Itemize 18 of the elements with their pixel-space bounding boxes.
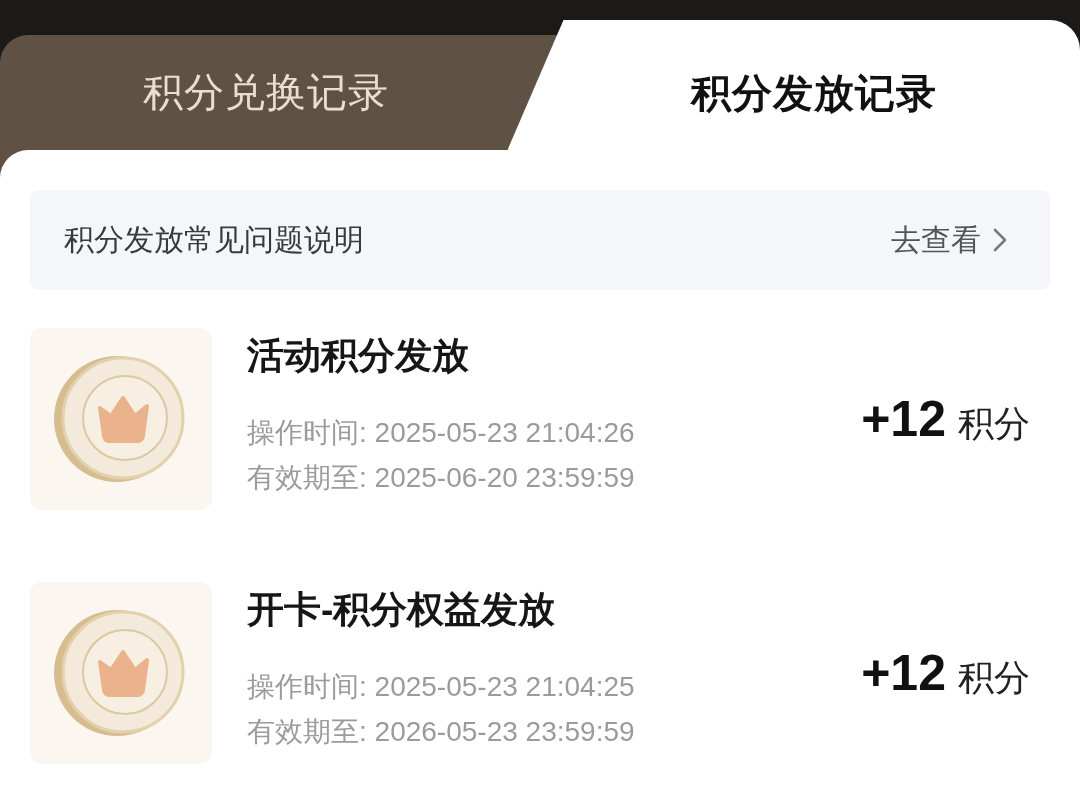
expiry-date: 有效期至: 2025-06-20 23:59:59 xyxy=(247,461,635,495)
record-title: 开卡-积分权益发放 xyxy=(247,588,556,632)
crown-coin-icon xyxy=(30,328,212,510)
chevron-right-icon xyxy=(993,228,1007,252)
points-value: +12 xyxy=(861,643,946,702)
points-unit: 积分 xyxy=(958,655,1030,700)
tab[interactable]: 积分兑换记录 xyxy=(0,35,558,150)
crown-coin-icon xyxy=(30,582,212,764)
faq-banner[interactable]: 积分发放常见问题说明 去查看 xyxy=(30,190,1050,290)
tab[interactable]: 积分发放记录 xyxy=(507,20,1080,150)
record-title: 活动积分发放 xyxy=(247,334,469,378)
view-link[interactable]: 去查看 xyxy=(891,219,1007,261)
operation-time: 操作时间: 2025-05-23 21:04:25 xyxy=(247,670,635,704)
faq-title: 积分发放常见问题说明 xyxy=(64,221,364,258)
points-unit: 积分 xyxy=(958,401,1030,446)
expiry-date: 有效期至: 2026-05-23 23:59:59 xyxy=(247,715,635,749)
operation-time: 操作时间: 2025-05-23 21:04:26 xyxy=(247,416,635,450)
points-value: +12 xyxy=(861,389,946,448)
